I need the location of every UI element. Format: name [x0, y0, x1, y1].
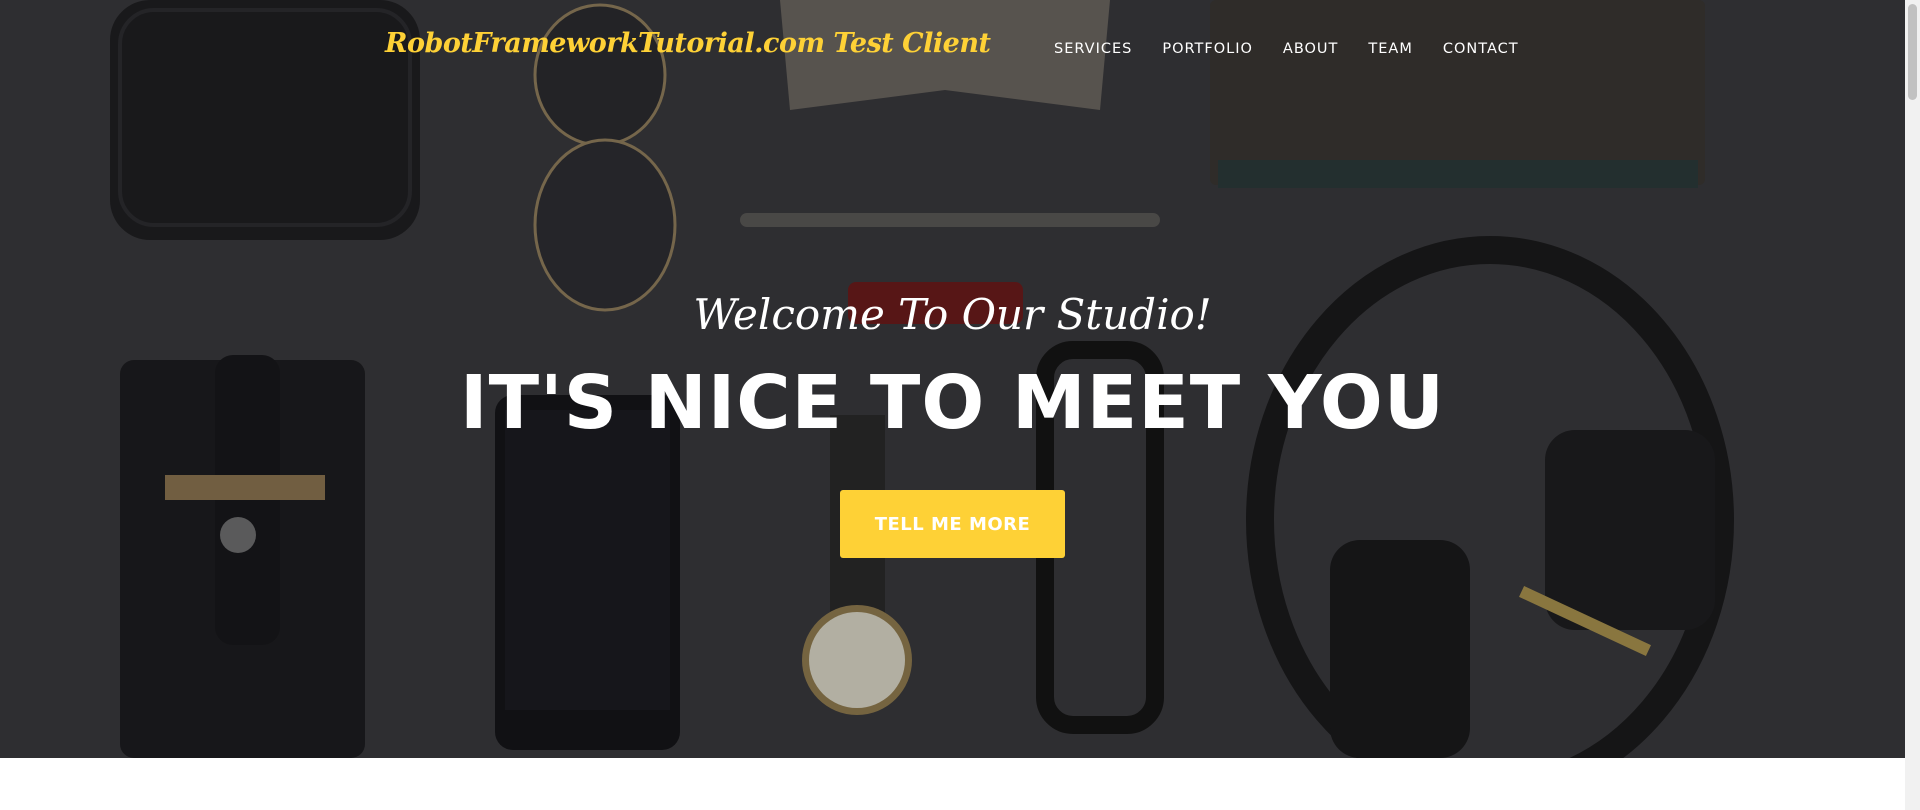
main-navbar: RobotFrameworkTutorial.com Test Client S… — [0, 0, 1905, 100]
tell-me-more-button[interactable]: TELL ME MORE — [840, 490, 1065, 558]
scrollbar-thumb[interactable] — [1908, 4, 1917, 100]
nav-item-services: SERVICES — [1054, 40, 1132, 58]
brand-logo-link[interactable]: RobotFrameworkTutorial.com Test Client — [385, 28, 991, 59]
nav-item-portfolio: PORTFOLIO — [1162, 40, 1253, 58]
nav-link-contact[interactable]: CONTACT — [1443, 41, 1519, 57]
page-scrollbar[interactable] — [1905, 0, 1920, 810]
nav-link-services[interactable]: SERVICES — [1054, 41, 1132, 57]
nav-item-about: ABOUT — [1283, 40, 1339, 58]
nav-link-about[interactable]: ABOUT — [1283, 41, 1339, 57]
nav-link-portfolio[interactable]: PORTFOLIO — [1162, 41, 1253, 57]
nav-link-team[interactable]: TEAM — [1368, 41, 1412, 57]
nav-item-contact: CONTACT — [1443, 40, 1519, 58]
page: RobotFrameworkTutorial.com Test Client S… — [0, 0, 1920, 810]
intro-heading: IT'S NICE TO MEET YOU — [460, 360, 1445, 446]
hero-section: RobotFrameworkTutorial.com Test Client S… — [0, 0, 1905, 758]
nav-item-team: TEAM — [1368, 40, 1412, 58]
intro-lead-in: Welcome To Our Studio! — [693, 290, 1212, 339]
nav-menu: SERVICES PORTFOLIO ABOUT TEAM CONTACT — [1054, 40, 1549, 58]
